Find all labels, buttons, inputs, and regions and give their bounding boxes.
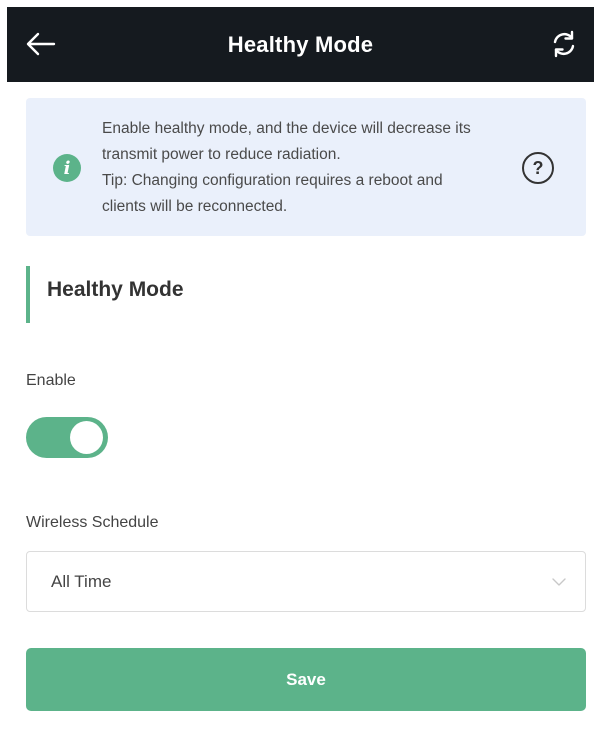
info-notice: i Enable healthy mode, and the device wi… xyxy=(26,98,586,236)
enable-label: Enable xyxy=(26,372,76,389)
info-line: Tip: Changing configuration requires a r… xyxy=(102,172,443,189)
info-line: transmit power to reduce radiation. xyxy=(102,146,341,163)
chevron-down-icon xyxy=(552,578,566,586)
wireless-schedule-label: Wireless Schedule xyxy=(26,514,159,531)
select-value: All Time xyxy=(51,572,112,591)
info-line: Enable healthy mode, and the device will… xyxy=(102,120,471,137)
top-bar: Healthy Mode xyxy=(7,7,594,82)
section-accent-bar xyxy=(26,266,30,323)
page-title: Healthy Mode xyxy=(227,31,374,57)
info-icon: i xyxy=(53,154,81,182)
page: Healthy Mode i Enable healthy mode, and … xyxy=(0,0,594,731)
save-button[interactable]: Save xyxy=(26,648,586,711)
section-title: Healthy Mode xyxy=(47,278,184,301)
back-button[interactable] xyxy=(23,26,59,62)
wireless-schedule-select[interactable]: All Time xyxy=(26,551,586,612)
refresh-button[interactable] xyxy=(546,26,582,62)
info-line: clients will be reconnected. xyxy=(102,198,288,215)
enable-toggle[interactable] xyxy=(26,417,108,458)
info-text: Enable healthy mode, and the device will… xyxy=(102,116,522,220)
arrow-left-icon xyxy=(26,32,56,56)
toggle-knob xyxy=(70,421,103,454)
help-icon[interactable]: ? xyxy=(522,152,554,184)
refresh-icon xyxy=(553,30,575,58)
